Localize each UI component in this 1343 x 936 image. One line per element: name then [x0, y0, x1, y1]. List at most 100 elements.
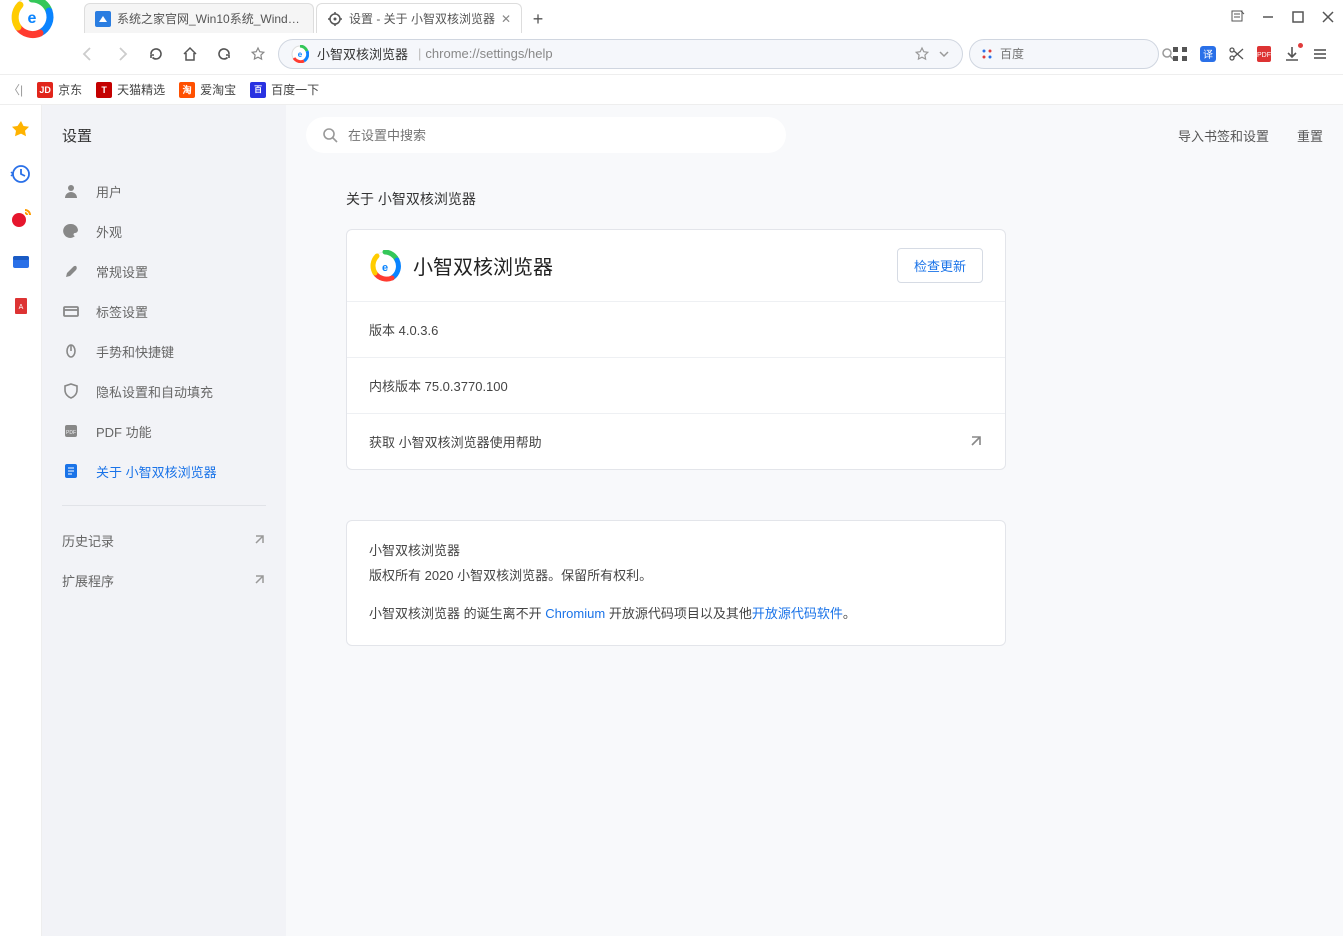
download-icon[interactable]: [1283, 45, 1301, 63]
version-row: 版本 4.0.3.6: [347, 301, 1005, 357]
nav-user[interactable]: 用户: [42, 171, 286, 211]
settings-favicon: [327, 11, 343, 27]
site-name: 小智双核浏览器: [317, 44, 408, 63]
nav-general[interactable]: 常规设置: [42, 251, 286, 291]
tab-label: 系统之家官网_Win10系统_Windows: [117, 10, 303, 27]
core-version-text: 内核版本 75.0.3770.100: [369, 376, 508, 395]
address-bar: e 小智双核浏览器 | chrome://settings/help 译 PDF: [0, 33, 1343, 75]
nav-label: 外观: [96, 222, 122, 241]
import-bookmarks-link[interactable]: 导入书签和设置: [1178, 126, 1269, 145]
copyright-card: 小智双核浏览器 版权所有 2020 小智双核浏览器。保留所有权利。 小智双核浏览…: [346, 520, 1006, 646]
translate-icon[interactable]: 译: [1199, 45, 1217, 63]
site-favicon: [95, 11, 111, 27]
note-icon[interactable]: [1231, 10, 1245, 24]
page-heading: 关于 小智双核浏览器: [346, 189, 1006, 209]
scissors-icon[interactable]: [1227, 45, 1245, 63]
bookmark-label: 爱淘宝: [200, 81, 236, 98]
copyright-line1: 小智双核浏览器: [369, 539, 983, 564]
nav-label: 扩展程序: [62, 571, 114, 590]
tab-active[interactable]: 设置 - 关于 小智双核浏览器 ✕: [316, 3, 522, 33]
nav-label: 历史记录: [62, 531, 114, 550]
external-icon: [252, 573, 266, 587]
svg-text:PDF: PDF: [1257, 52, 1271, 59]
window-icon[interactable]: [10, 251, 32, 273]
version-text: 版本 4.0.3.6: [369, 320, 438, 339]
nav-tabs[interactable]: 标签设置: [42, 291, 286, 331]
opensource-link[interactable]: 开放源代码软件: [752, 606, 843, 621]
external-icon: [967, 434, 983, 450]
bookmark-item[interactable]: T天猫精选: [96, 81, 165, 98]
settings-nav: 设置 用户 外观 常规设置 标签设置 手势和快捷键 隐私设置和自动填充 PDFP…: [42, 105, 286, 936]
bookmark-bar: 〈| JD京东 T天猫精选 淘爱淘宝 百百度一下: [0, 75, 1343, 105]
nav-about[interactable]: 关于 小智双核浏览器: [42, 451, 286, 491]
bookmark-item[interactable]: 百百度一下: [250, 81, 319, 98]
chevron-left-icon[interactable]: 〈|: [8, 81, 23, 98]
nav-history[interactable]: 历史记录: [42, 520, 286, 560]
svg-text:e: e: [28, 10, 37, 27]
search-box[interactable]: [969, 39, 1159, 69]
new-tab-button[interactable]: +: [524, 5, 552, 33]
star-outline-icon[interactable]: [914, 46, 930, 62]
check-update-button[interactable]: 检查更新: [897, 248, 983, 283]
forward-button[interactable]: [108, 40, 136, 68]
nav-label: 关于 小智双核浏览器: [96, 462, 217, 481]
star-button[interactable]: [244, 40, 272, 68]
reset-link[interactable]: 重置: [1297, 126, 1323, 145]
back-button[interactable]: [74, 40, 102, 68]
close-icon[interactable]: [1321, 10, 1335, 24]
bookmark-label: 天猫精选: [117, 81, 165, 98]
maximize-icon[interactable]: [1291, 10, 1305, 24]
weibo-icon[interactable]: [10, 207, 32, 229]
help-text: 获取 小智双核浏览器使用帮助: [369, 432, 542, 451]
doc-icon[interactable]: A: [10, 295, 32, 317]
bookmark-item[interactable]: 淘爱淘宝: [179, 81, 236, 98]
nav-appearance[interactable]: 外观: [42, 211, 286, 251]
menu-icon[interactable]: [1311, 45, 1329, 63]
tab-strip: 系统之家官网_Win10系统_Windows 设置 - 关于 小智双核浏览器 ✕…: [84, 0, 552, 33]
copyright-line2: 版权所有 2020 小智双核浏览器。保留所有权利。: [369, 564, 983, 589]
bookmark-item[interactable]: JD京东: [37, 81, 82, 98]
settings-search-input[interactable]: [348, 128, 770, 143]
url-text: chrome://settings/help: [425, 46, 914, 61]
bookmark-label: 百度一下: [271, 81, 319, 98]
nav-label: 标签设置: [96, 302, 148, 321]
svg-text:A: A: [18, 304, 23, 311]
help-row[interactable]: 获取 小智双核浏览器使用帮助: [347, 413, 1005, 469]
credit-line: 小智双核浏览器 的诞生离不开 Chromium 开放源代码项目以及其他开放源代码…: [369, 602, 983, 627]
nav-gestures[interactable]: 手势和快捷键: [42, 331, 286, 371]
paw-icon: [980, 47, 994, 61]
nav-pdf[interactable]: PDF PDF 功能: [42, 411, 286, 451]
grid-icon[interactable]: [1171, 45, 1189, 63]
chromium-link[interactable]: Chromium: [545, 606, 605, 621]
nav-label: PDF 功能: [96, 422, 152, 441]
settings-title: 设置: [62, 125, 92, 146]
about-card: e 小智双核浏览器 检查更新 版本 4.0.3.6 内核版本 75.0.3770…: [346, 229, 1006, 470]
window-controls: [1231, 10, 1343, 24]
app-logo: e: [8, 0, 56, 41]
svg-text:PDF: PDF: [66, 430, 76, 436]
nav-privacy[interactable]: 隐私设置和自动填充: [42, 371, 286, 411]
svg-text:e: e: [382, 262, 388, 274]
core-version-row: 内核版本 75.0.3770.100: [347, 357, 1005, 413]
nav-label: 手势和快捷键: [96, 342, 174, 361]
nav-extensions[interactable]: 扩展程序: [42, 560, 286, 600]
left-rail: A: [0, 105, 42, 936]
tab-close-icon[interactable]: ✕: [501, 12, 511, 26]
settings-search[interactable]: [306, 117, 786, 153]
reload-button[interactable]: [142, 40, 170, 68]
bookmark-label: 京东: [58, 81, 82, 98]
home-button[interactable]: [176, 40, 204, 68]
url-box[interactable]: e 小智双核浏览器 | chrome://settings/help: [278, 39, 963, 69]
favorites-icon[interactable]: [10, 119, 32, 141]
chevron-down-icon[interactable]: [938, 48, 950, 60]
toolbar-icons: 译 PDF: [1165, 45, 1335, 63]
pdf-icon[interactable]: PDF: [1255, 45, 1273, 63]
search-icon: [322, 127, 338, 143]
tab-inactive[interactable]: 系统之家官网_Win10系统_Windows: [84, 3, 314, 33]
history-icon[interactable]: [10, 163, 32, 185]
undo-button[interactable]: [210, 40, 238, 68]
minimize-icon[interactable]: [1261, 10, 1275, 24]
browser-icon: e: [291, 45, 309, 63]
settings-content: 导入书签和设置 重置 关于 小智双核浏览器 e 小智双核浏览器 检查更新 版本 …: [286, 105, 1343, 936]
search-input[interactable]: [1000, 47, 1155, 61]
